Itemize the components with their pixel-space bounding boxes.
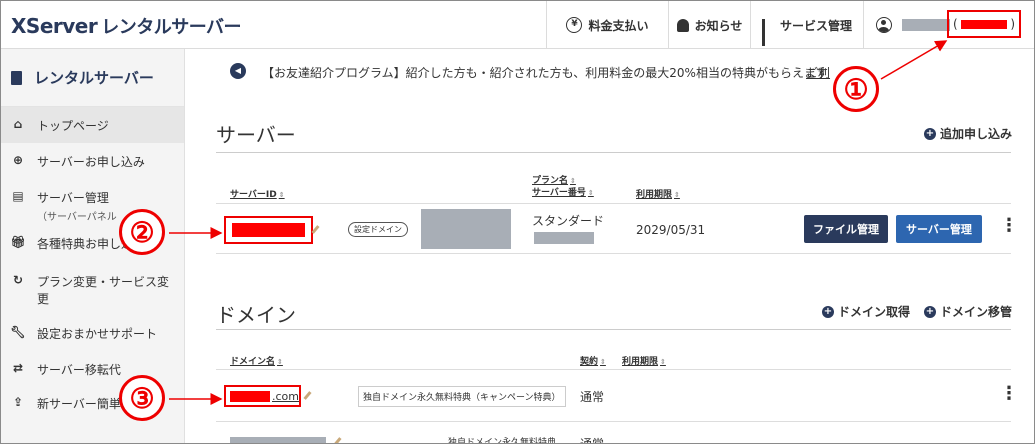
annotation-2: ②: [119, 209, 165, 255]
arrow-1: [880, 40, 948, 80]
annotation-3: ③: [119, 375, 165, 421]
app-frame: XServer レンタルサーバー ¥ 料金支払い お知らせ サービス管理 ( ) …: [0, 0, 1035, 444]
annotation-1: ①: [833, 66, 879, 112]
